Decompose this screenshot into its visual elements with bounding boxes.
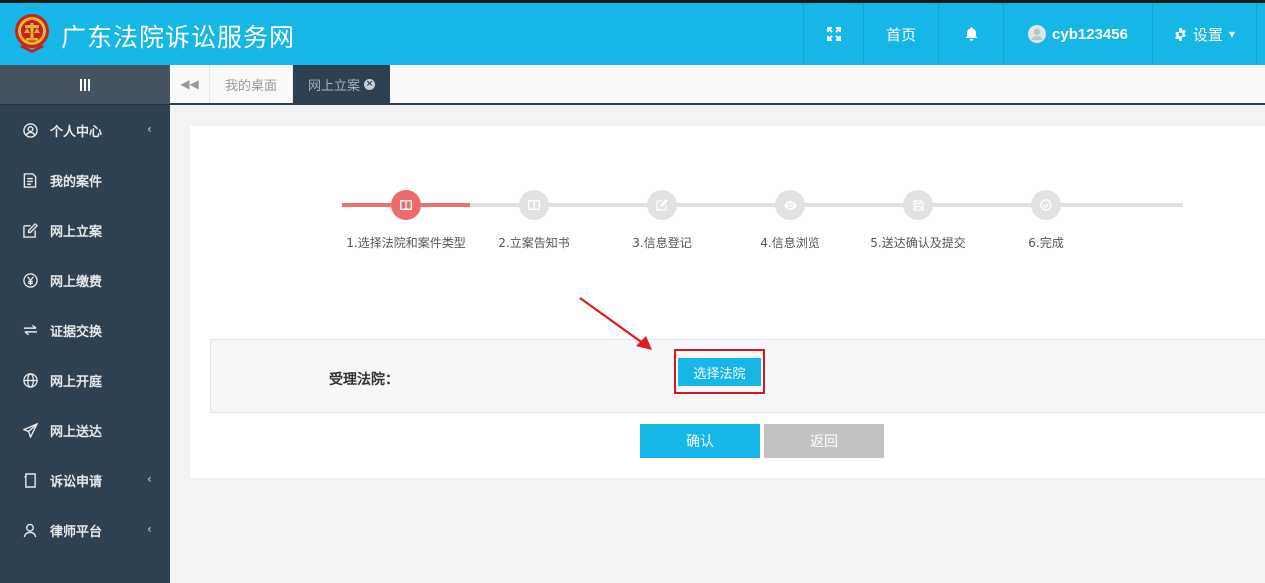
home-label: 首页 xyxy=(885,25,916,44)
court-emblem-icon xyxy=(15,14,49,53)
select-court-button[interactable]: 选择法院 xyxy=(678,358,761,386)
user-menu[interactable]: cyb123456 xyxy=(1003,3,1152,65)
chevron-left-icon: ‹ xyxy=(147,522,152,536)
confirm-button[interactable]: 确认 xyxy=(640,424,760,458)
yen-icon xyxy=(22,272,38,288)
step-label: 6.完成 xyxy=(1028,236,1064,250)
step-1: 1.选择法院和案件类型 xyxy=(342,190,470,251)
sidebar-item-label: 网上缴费 xyxy=(50,274,103,290)
double-chevron-left-icon: ◀◀ xyxy=(180,77,199,91)
step-6: 6.完成 xyxy=(982,190,1110,251)
top-nav: 首页 cyb123456 设置 ▼ xyxy=(803,3,1257,65)
sidebar-toggle-button[interactable] xyxy=(0,65,170,105)
court-label: 受理法院： xyxy=(329,372,399,388)
sidebar-item-label: 诉讼申请 xyxy=(50,474,103,490)
avatar-icon xyxy=(1028,25,1047,43)
save-icon xyxy=(903,190,933,220)
bell-icon xyxy=(965,27,977,41)
check-circle-icon xyxy=(1031,190,1061,220)
step-label: 5.送达确认及提交 xyxy=(870,236,966,250)
sidebar-item-personal-center[interactable]: 个人中心 ‹ xyxy=(0,105,170,155)
username: cyb123456 xyxy=(1052,25,1128,43)
site-title: 广东法院诉讼服务网 xyxy=(61,23,296,52)
step-4: 4.信息浏览 xyxy=(726,190,854,251)
person-icon xyxy=(22,522,38,538)
sidebar-item-litigation-application[interactable]: 诉讼申请 ‹ xyxy=(0,455,170,505)
expand-icon xyxy=(826,27,841,41)
sidebar-item-online-hearing[interactable]: 网上开庭 xyxy=(0,355,170,405)
sidebar-item-online-filing[interactable]: 网上立案 xyxy=(0,205,170,255)
chevron-left-icon: ‹ xyxy=(147,122,152,136)
step-5: 5.送达确认及提交 xyxy=(854,190,982,251)
highlight-box: 选择法院 xyxy=(674,349,765,394)
form-icon xyxy=(22,472,38,488)
step-progress: 1.选择法院和案件类型 2.立案告知书 3.信息登记 4.信息浏览 5.送达确认 xyxy=(342,190,1183,270)
sidebar-item-online-payment[interactable]: 网上缴费 xyxy=(0,255,170,305)
settings-menu[interactable]: 设置 ▼ xyxy=(1152,3,1257,65)
send-icon xyxy=(22,422,38,438)
home-link[interactable]: 首页 xyxy=(863,3,938,65)
top-header: 广东法院诉讼服务网 首页 cyb123456 设置 ▼ xyxy=(0,0,1265,65)
document-icon xyxy=(22,172,38,188)
court-selection-panel: 受理法院： 选择法院 xyxy=(210,339,1265,413)
exchange-icon xyxy=(22,322,38,338)
edit-icon xyxy=(647,190,677,220)
eye-icon xyxy=(775,190,805,220)
tab-label: 我的桌面 xyxy=(225,78,278,94)
tab-bar: ◀◀ 我的桌面 网上立案 × xyxy=(170,65,1265,105)
sidebar-item-label: 个人中心 xyxy=(50,124,103,140)
tab-my-desktop[interactable]: 我的桌面 xyxy=(210,65,294,103)
step-label: 3.信息登记 xyxy=(632,236,692,250)
notifications-button[interactable] xyxy=(938,3,1003,65)
settings-label: 设置 xyxy=(1192,25,1223,44)
fullscreen-button[interactable] xyxy=(803,3,863,65)
filing-card: 1.选择法院和案件类型 2.立案告知书 3.信息登记 4.信息浏览 5.送达确认 xyxy=(190,126,1265,478)
sidebar-item-label: 我的案件 xyxy=(50,174,103,190)
sidebar-item-label: 证据交换 xyxy=(50,324,103,340)
tab-online-filing[interactable]: 网上立案 × xyxy=(293,65,391,103)
columns-icon xyxy=(391,190,421,220)
sidebar-item-my-cases[interactable]: 我的案件 xyxy=(0,155,170,205)
columns-icon xyxy=(519,190,549,220)
caret-down-icon: ▼ xyxy=(1228,29,1236,39)
edit-icon xyxy=(22,222,38,238)
globe-icon xyxy=(22,372,38,388)
sidebar-item-label: 网上立案 xyxy=(50,224,103,240)
user-circle-icon xyxy=(22,122,38,138)
gear-icon xyxy=(1175,27,1186,41)
sidebar-item-evidence-exchange[interactable]: 证据交换 xyxy=(0,305,170,355)
annotation-arrow-icon xyxy=(579,297,652,350)
sidebar-item-label: 网上送达 xyxy=(50,424,103,440)
step-2: 2.立案告知书 xyxy=(470,190,598,251)
tab-label: 网上立案 xyxy=(308,78,361,94)
sidebar-item-lawyer-platform[interactable]: 律师平台 ‹ xyxy=(0,505,170,555)
chevron-left-icon: ‹ xyxy=(147,472,152,486)
back-button[interactable]: 返回 xyxy=(764,424,884,458)
sidebar-item-label: 律师平台 xyxy=(50,524,103,540)
step-label: 1.选择法院和案件类型 xyxy=(346,236,466,250)
sidebar: 个人中心 ‹ 我的案件 网上立案 网上缴费 证据交换 网上开庭 网上送达 诉讼申… xyxy=(0,65,170,583)
step-3: 3.信息登记 xyxy=(598,190,726,251)
sidebar-item-label: 网上开庭 xyxy=(50,374,103,390)
close-icon[interactable]: × xyxy=(364,78,376,90)
step-label: 2.立案告知书 xyxy=(498,236,570,250)
tab-scroll-left-button[interactable]: ◀◀ xyxy=(170,65,210,103)
menu-bars-icon xyxy=(80,78,90,91)
sidebar-item-online-delivery[interactable]: 网上送达 xyxy=(0,405,170,455)
step-label: 4.信息浏览 xyxy=(760,236,820,250)
